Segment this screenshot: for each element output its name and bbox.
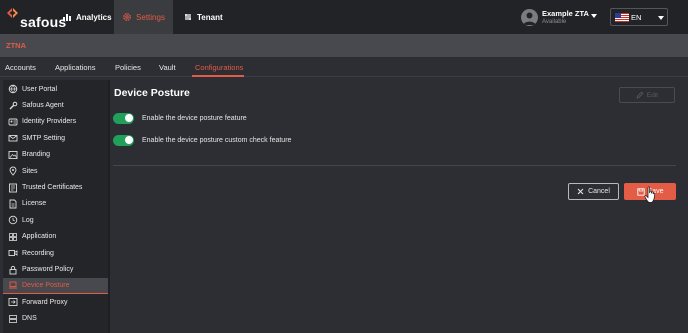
- custom-check-toggle-row: Enable the device posture custom check f…: [113, 134, 291, 146]
- safous-logo-mark: [7, 8, 18, 18]
- sidebar-item-dns[interactable]: DNS: [3, 311, 108, 327]
- nav-settings-label: Settings: [136, 12, 165, 22]
- id-card-icon: [8, 118, 18, 126]
- device-posture-toggle[interactable]: [113, 112, 134, 124]
- avatar: [521, 9, 538, 26]
- sidebar-item-label: User Portal: [22, 85, 58, 93]
- sidebar-item-label: SMTP Setting: [22, 134, 66, 142]
- sidebar-item-label: Sites: [22, 167, 38, 175]
- sidebar-item-label: Safous Agent: [22, 102, 64, 110]
- server-icon: [9, 314, 17, 323]
- cancel-button[interactable]: Cancel: [568, 183, 619, 200]
- tab-vault[interactable]: Vault: [159, 63, 176, 72]
- sidebar-item-license[interactable]: License: [3, 196, 108, 212]
- sidebar-item-sites[interactable]: Sites: [3, 163, 108, 179]
- safous-logo[interactable]: safous: [6, 7, 67, 30]
- location-icon: [9, 166, 17, 176]
- sidebar-item-smtp-setting[interactable]: SMTP Setting: [3, 130, 108, 146]
- tab-applications[interactable]: Applications: [55, 63, 95, 72]
- image-icon: [8, 150, 18, 159]
- sidebar-item-identity-providers[interactable]: Identity Providers: [3, 114, 108, 130]
- arrow-right-icon: [8, 298, 18, 307]
- tab-configurations[interactable]: Configurations: [195, 63, 243, 72]
- record-icon: [8, 250, 18, 257]
- edit-label: Edit: [646, 91, 659, 99]
- device-posture-toggle-label: Enable the device posture feature: [142, 114, 247, 122]
- divider: [113, 165, 676, 166]
- mail-icon: [8, 135, 18, 142]
- sidebar-item-log[interactable]: Log: [3, 212, 108, 228]
- language-select[interactable]: EN: [610, 8, 668, 26]
- laptop-icon: [9, 282, 17, 289]
- tab-policies[interactable]: Policies: [115, 63, 141, 72]
- hand-cursor-icon: [644, 186, 656, 203]
- tab-bar: Accounts Applications Policies Vault Con…: [0, 57, 688, 77]
- user-status: Available: [542, 19, 567, 25]
- tab-accounts[interactable]: Accounts: [5, 63, 36, 72]
- sidebar-item-label: Trusted Certificates: [22, 184, 83, 192]
- user-avatar-icon: [523, 12, 536, 25]
- user-name: Example ZTA: [542, 9, 589, 18]
- nav-analytics-label: Analytics: [76, 12, 112, 22]
- us-flag-icon: [615, 13, 629, 22]
- custom-check-toggle[interactable]: [113, 134, 134, 146]
- nav-tenant[interactable]: Tenant: [183, 0, 233, 34]
- pencil-icon: [636, 91, 644, 99]
- custom-check-toggle-label: Enable the device posture custom check f…: [142, 136, 292, 144]
- sidebar-item-trusted-certificates[interactable]: Trusted Certificates: [3, 179, 108, 195]
- brand-name: safous: [20, 14, 67, 30]
- chevron-down-icon: [658, 16, 664, 20]
- module-header: ZTNA: [0, 34, 688, 57]
- nav-tenant-label: Tenant: [197, 12, 223, 22]
- sidebar-item-password-policy[interactable]: Password Policy: [3, 261, 108, 277]
- top-navigation-bar: safous Analytics Settings Tenant Example…: [0, 0, 688, 34]
- sidebar-scrollbar[interactable]: [108, 80, 110, 333]
- sidebar-item-label: Application: [22, 233, 57, 241]
- sidebar-item-device-posture[interactable]: Device Posture: [3, 277, 108, 295]
- sidebar-item-label: Password Policy: [22, 266, 74, 274]
- app-grid-icon: [9, 232, 17, 241]
- sidebar-item-application[interactable]: Application: [3, 229, 108, 245]
- clock-icon: [8, 216, 18, 225]
- active-tab-indicator: [192, 75, 244, 77]
- sidebar-item-label: License: [22, 200, 47, 208]
- close-icon: [577, 188, 584, 195]
- sidebar-item-forward-proxy[interactable]: Forward Proxy: [3, 294, 108, 310]
- sidebar-item-label: Forward Proxy: [22, 298, 68, 306]
- sidebar-item-user-portal[interactable]: User Portal: [3, 81, 108, 97]
- page-title: Device Posture: [114, 87, 190, 99]
- nav-analytics[interactable]: Analytics: [62, 0, 114, 34]
- sidebar-item-label: Log: [22, 216, 34, 224]
- device-posture-toggle-row: Enable the device posture feature: [113, 112, 247, 124]
- cancel-label: Cancel: [588, 188, 610, 195]
- user-menu[interactable]: Example ZTA Available: [521, 8, 599, 28]
- wrench-icon: [9, 101, 18, 110]
- sidebar-item-label: Device Posture: [22, 281, 70, 289]
- sidebar-item-safous-agent[interactable]: Safous Agent: [3, 97, 108, 113]
- edit-button[interactable]: Edit: [619, 87, 675, 103]
- sidebar-item-label: Recording: [22, 249, 54, 257]
- chevron-down-icon: [591, 14, 597, 18]
- module-title: ZTNA: [6, 41, 26, 50]
- gear-icon: [123, 13, 131, 21]
- globe-icon: [8, 84, 18, 94]
- bar-chart-icon: [63, 14, 71, 21]
- tenant-icon: [185, 14, 191, 20]
- sidebar-item-branding[interactable]: Branding: [3, 147, 108, 163]
- sidebar: User Portal Safous Agent Identity Provid…: [3, 80, 108, 333]
- sidebar-item-label: DNS: [22, 315, 37, 323]
- nav-settings[interactable]: Settings: [114, 0, 173, 34]
- language-value: EN: [631, 13, 642, 22]
- license-icon: [9, 199, 17, 209]
- sidebar-item-label: Identity Providers: [22, 118, 77, 126]
- lock-icon: [9, 265, 17, 275]
- sidebar-item-label: Branding: [22, 151, 51, 159]
- sidebar-item-recording[interactable]: Recording: [3, 245, 108, 261]
- certificate-icon: [9, 183, 17, 193]
